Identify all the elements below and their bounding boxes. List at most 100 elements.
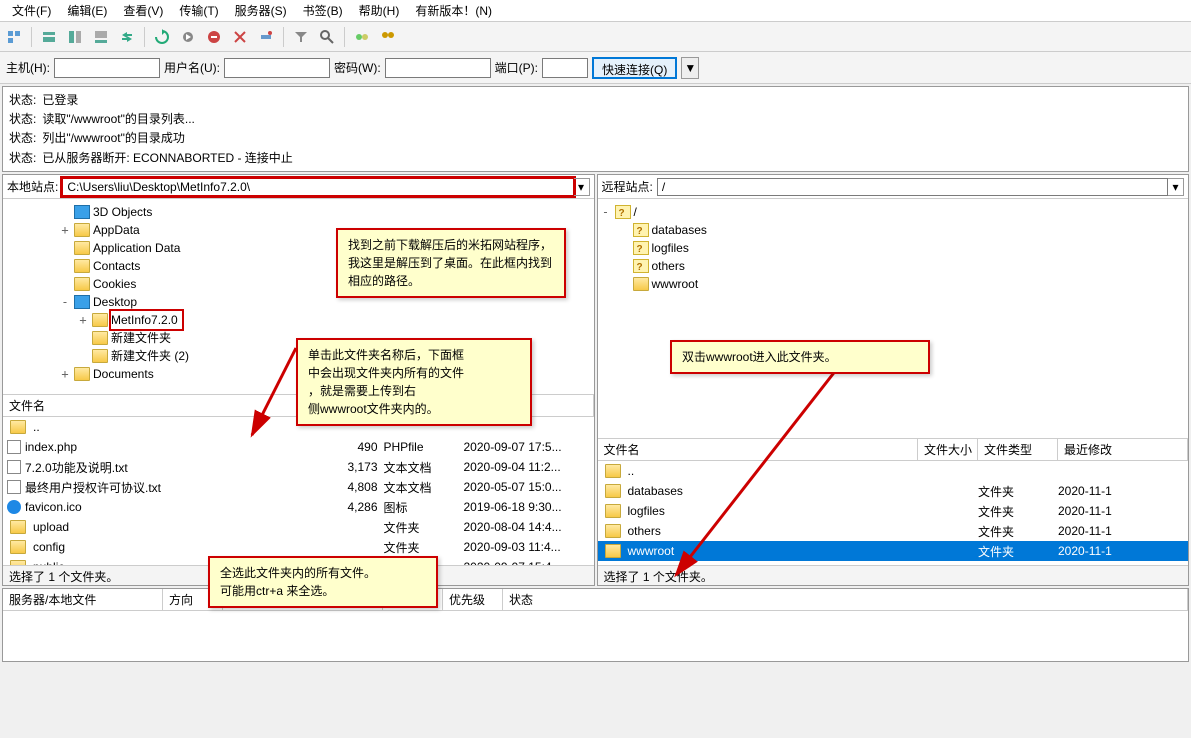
tree-node[interactable]: wwwroot (600, 275, 1187, 293)
callout-3: 双击wwwroot进入此文件夹。 (670, 340, 930, 374)
local-path-input[interactable] (62, 178, 573, 196)
pass-input[interactable] (385, 58, 491, 78)
site-manager-icon[interactable] (2, 25, 26, 49)
file-row[interactable]: .. (598, 461, 1189, 481)
file-name: 最终用户授权许可协议.txt (25, 479, 161, 496)
local-file-list[interactable]: .. index.php490PHPfile2020-09-07 17:5...7… (3, 417, 594, 565)
tree-toggle[interactable] (618, 257, 630, 275)
message-log[interactable]: 状态:已登录状态:读取"/wwwroot"的目录列表...状态:列出"/wwwr… (2, 86, 1189, 172)
toggle-tree-icon[interactable] (63, 25, 87, 49)
col-name[interactable]: 文件名 (598, 439, 919, 460)
cancel-icon[interactable] (202, 25, 226, 49)
log-msg: 读取"/wwwroot"的目录列表... (42, 110, 195, 129)
tree-toggle[interactable] (618, 221, 630, 239)
folder-icon (605, 544, 621, 558)
file-name: index.php (25, 440, 77, 454)
file-row[interactable]: databases文件夹2020-11-1 (598, 481, 1189, 501)
remote-file-list[interactable]: ..databases文件夹2020-11-1logfiles文件夹2020-1… (598, 461, 1189, 565)
file-row[interactable]: index.php490PHPfile2020-09-07 17:5... (3, 437, 594, 457)
file-row[interactable]: config文件夹2020-09-03 11:4... (3, 537, 594, 557)
file-icon (7, 480, 21, 494)
file-row[interactable]: favicon.ico4,286图标2019-06-18 9:30... (3, 497, 594, 517)
menu-help[interactable]: 帮助(H) (351, 0, 408, 21)
quickconnect-dropdown[interactable]: ▼ (681, 57, 699, 79)
process-queue-icon[interactable] (176, 25, 200, 49)
toolbar (0, 22, 1191, 52)
tree-node[interactable]: +MetInfo7.2.0 (5, 311, 592, 329)
q-col-server[interactable]: 服务器/本地文件 (3, 589, 163, 610)
tree-label: / (634, 203, 637, 221)
tree-toggle[interactable] (77, 329, 89, 347)
tree-label: Application Data (93, 239, 180, 257)
tree-toggle[interactable]: - (59, 293, 71, 311)
col-size[interactable]: 文件大小 (918, 439, 978, 460)
log-label: 状态: (9, 129, 36, 148)
tree-toggle[interactable] (59, 239, 71, 257)
folder-icon (74, 241, 90, 255)
tree-toggle[interactable]: - (600, 203, 612, 221)
q-col-pri[interactable]: 优先级 (443, 589, 503, 610)
file-date: 2020-11-1 (1058, 544, 1188, 558)
quickconnect-button[interactable]: 快速连接(Q) (592, 57, 677, 79)
find-icon[interactable] (376, 25, 400, 49)
compare-icon[interactable] (350, 25, 374, 49)
file-row[interactable]: upload文件夹2020-08-04 14:4... (3, 517, 594, 537)
reconnect-icon[interactable] (254, 25, 278, 49)
toggle-log-icon[interactable] (37, 25, 61, 49)
local-path-dropdown[interactable]: ▾ (574, 178, 590, 196)
file-row[interactable]: logfiles文件夹2020-11-1 (598, 501, 1189, 521)
col-name[interactable]: 文件名 (3, 395, 324, 416)
menu-transfer[interactable]: 传输(T) (171, 0, 226, 21)
file-name: .. (33, 420, 40, 434)
remote-tree[interactable]: -/ databases logfiles others wwwroot (598, 199, 1189, 439)
file-row[interactable]: others文件夹2020-11-1 (598, 521, 1189, 541)
toggle-queue-icon[interactable] (89, 25, 113, 49)
file-date: 2020-11-1 (1058, 484, 1188, 498)
folder-icon (74, 277, 90, 291)
menu-update[interactable]: 有新版本！(N) (407, 0, 500, 21)
menu-file[interactable]: 文件(F) (4, 0, 59, 21)
file-row[interactable]: wwwroot文件夹2020-11-1 (598, 541, 1189, 561)
menu-edit[interactable]: 编辑(E) (59, 0, 115, 21)
refresh-icon[interactable] (150, 25, 174, 49)
transfer-queue: 服务器/本地文件 方向 远程文件 大小 优先级 状态 (2, 588, 1189, 662)
tree-toggle[interactable]: + (59, 221, 71, 239)
search-icon[interactable] (315, 25, 339, 49)
tree-toggle[interactable] (618, 239, 630, 257)
tree-node[interactable]: 3D Objects (5, 203, 592, 221)
tree-toggle[interactable]: + (77, 311, 89, 329)
tree-toggle[interactable] (59, 203, 71, 221)
tree-node[interactable]: logfiles (600, 239, 1187, 257)
host-input[interactable] (54, 58, 160, 78)
log-msg: 已登录 (42, 91, 78, 110)
tree-toggle[interactable] (59, 257, 71, 275)
tree-toggle[interactable]: + (59, 365, 71, 383)
q-col-stat[interactable]: 状态 (503, 589, 1188, 610)
menu-view[interactable]: 查看(V) (115, 0, 171, 21)
file-name: others (628, 524, 661, 538)
disconnect-icon[interactable] (228, 25, 252, 49)
tree-node[interactable]: others (600, 257, 1187, 275)
file-row[interactable]: 7.2.0功能及说明.txt3,173文本文档2020-09-04 11:2..… (3, 457, 594, 477)
file-icon (7, 440, 21, 454)
remote-path-dropdown[interactable]: ▾ (1168, 178, 1184, 196)
filter-icon[interactable] (289, 25, 313, 49)
menu-server[interactable]: 服务器(S) (227, 0, 295, 21)
port-input[interactable] (542, 58, 588, 78)
file-name: wwwroot (628, 544, 675, 558)
sync-browse-icon[interactable] (115, 25, 139, 49)
menu-bookmark[interactable]: 书签(B) (295, 0, 351, 21)
folder-icon (74, 259, 90, 273)
folder-icon (10, 420, 26, 434)
col-date[interactable]: 最近修改 (1058, 439, 1188, 460)
tree-node[interactable]: databases (600, 221, 1187, 239)
col-type[interactable]: 文件类型 (978, 439, 1058, 460)
log-label: 状态: (9, 110, 36, 129)
tree-toggle[interactable] (59, 275, 71, 293)
tree-toggle[interactable] (77, 347, 89, 365)
file-row[interactable]: 最终用户授权许可协议.txt4,808文本文档2020-05-07 15:0..… (3, 477, 594, 497)
tree-toggle[interactable] (618, 275, 630, 293)
user-input[interactable] (224, 58, 330, 78)
remote-path-input[interactable] (657, 178, 1168, 196)
tree-node[interactable]: -/ (600, 203, 1187, 221)
